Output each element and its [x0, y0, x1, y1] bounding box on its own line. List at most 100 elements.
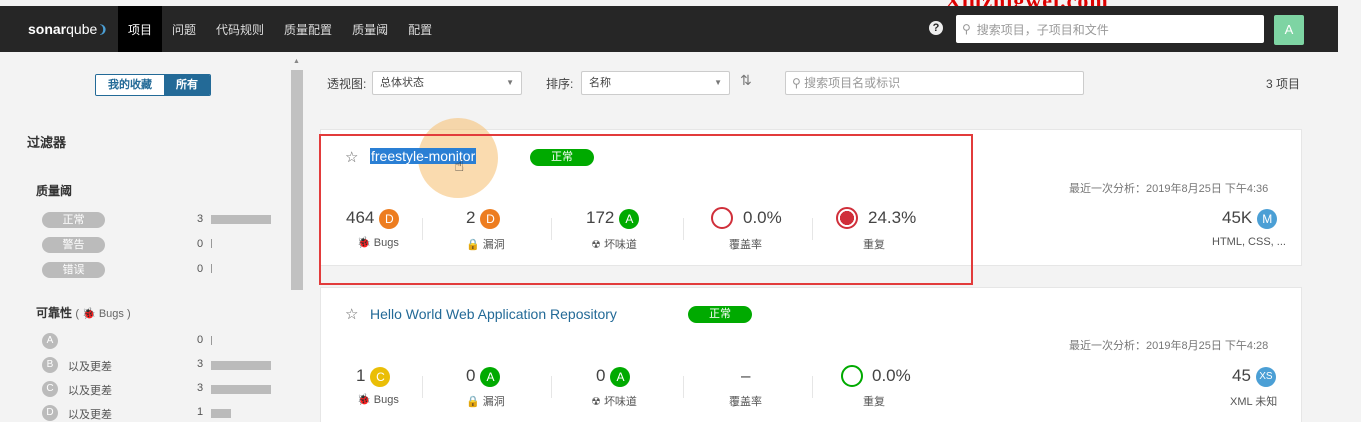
sort-direction-icon[interactable]: ⇅ — [740, 72, 752, 89]
bugs-label-text: Bugs — [373, 394, 399, 406]
smells-label: ☢ 坏味道 — [591, 393, 637, 409]
divider — [551, 376, 552, 398]
divider — [683, 376, 684, 398]
duplication-ring-icon — [841, 365, 863, 387]
divider — [812, 376, 813, 398]
rating-d-count: 1 — [197, 406, 204, 418]
chevron-down-icon: ▼ — [506, 78, 514, 87]
duplication-label: 重复 — [863, 396, 885, 408]
project-count: 3 项目 — [1266, 77, 1301, 91]
size-metric[interactable]: 45K M — [1222, 208, 1278, 229]
vulns-label: 🔒 漏洞 — [466, 393, 505, 409]
sonarqube-logo[interactable]: sonar qube ❩ — [28, 21, 118, 37]
radiation-icon: ☢ — [591, 396, 601, 408]
duplication-value[interactable]: 0.0% — [872, 366, 911, 386]
vulns-metric[interactable]: 0A — [466, 366, 501, 387]
qg-filter-error[interactable]: 错误 — [42, 262, 105, 278]
vulns-rating: A — [480, 366, 501, 387]
search-icon: ⚲ — [962, 22, 971, 36]
sort-select[interactable]: 名称 ▼ — [581, 71, 730, 95]
sidebar-scrollbar-thumb[interactable] — [291, 70, 303, 290]
qg-filter-warn[interactable]: 警告 — [42, 237, 105, 253]
lock-icon: 🔒 — [466, 396, 480, 408]
scroll-up-icon[interactable]: ▲ — [293, 58, 300, 65]
user-avatar[interactable]: A — [1274, 15, 1304, 45]
rating-d-label: 以及更差 — [68, 409, 112, 421]
perspective-label: 透视图: — [327, 77, 367, 91]
project-search-input[interactable]: ⚲ 搜索项目名或标识 — [785, 71, 1084, 95]
last-analysis-date: 最近一次分析：2019年8月25日 下午4:28 — [1069, 340, 1269, 352]
global-search-placeholder: 搜索项目，子项目和文件 — [976, 22, 1109, 37]
divider — [422, 376, 423, 398]
smells-value: 0 — [596, 366, 606, 385]
rating-c-filter[interactable]: C — [42, 381, 58, 397]
perspective-select[interactable]: 总体状态 ▼ — [372, 71, 522, 95]
rating-c-label: 以及更差 — [68, 385, 112, 397]
coverage-value[interactable]: – — [741, 366, 750, 386]
search-icon: ⚲ — [792, 76, 801, 90]
bug-icon: 🐞 — [357, 394, 371, 406]
nav-item-projects[interactable]: 项目 — [118, 6, 163, 52]
languages-label: XML 未知 — [1230, 396, 1278, 408]
vulns-value: 0 — [466, 366, 476, 385]
reliability-subtitle: ( 🐞 Bugs ) — [75, 308, 131, 320]
smells-label-text: 坏味道 — [603, 396, 637, 408]
toggle-all[interactable]: 所有 — [164, 75, 210, 95]
nav-item-issues[interactable]: 问题 — [162, 6, 206, 52]
rating-c-count: 3 — [197, 382, 204, 394]
size-rating: M — [1257, 208, 1278, 229]
perspective-value: 总体状态 — [380, 77, 424, 89]
nav-item-administration[interactable]: 配置 — [398, 6, 442, 52]
qg-bar-error — [211, 264, 212, 273]
logo-text-main: sonar — [28, 21, 67, 37]
quality-gate-status-badge: 正常 — [688, 306, 752, 323]
reliability-title-text: 可靠性 — [36, 306, 73, 320]
project-name-link[interactable]: Hello World Web Application Repository — [370, 306, 617, 322]
size-metric[interactable]: 45 XS — [1232, 366, 1276, 387]
help-icon[interactable]: ? — [929, 21, 943, 35]
rating-d-bar — [211, 409, 231, 418]
rating-a-count: 0 — [197, 334, 204, 346]
toggle-favorites[interactable]: 我的收藏 — [96, 75, 164, 95]
highlight-annotation-box — [319, 134, 973, 285]
sort-value: 名称 — [589, 77, 611, 89]
qg-bar-warn — [211, 239, 212, 248]
rating-b-filter[interactable]: B — [42, 357, 58, 373]
rating-b-bar — [211, 361, 271, 370]
project-search-placeholder: 搜索项目名或标识 — [804, 76, 901, 90]
top-navbar: sonar qube ❩ 项目 问题 代码规则 质量配置 质量阈 配置 ? ⚲ 搜索… — [0, 6, 1338, 52]
qg-filter-passed[interactable]: 正常 — [42, 212, 105, 228]
qg-count-error: 0 — [197, 263, 204, 275]
rating-b-count: 3 — [197, 358, 204, 370]
qg-bar-passed — [211, 215, 271, 224]
rating-a-bar — [211, 336, 212, 345]
bugs-label: 🐞 Bugs — [357, 393, 399, 406]
nav-item-quality-gates[interactable]: 质量阈 — [342, 6, 398, 52]
size-value: 45K — [1222, 208, 1253, 227]
star-icon[interactable]: ☆ — [345, 305, 358, 323]
filters-sidebar: 我的收藏 所有 过滤器 质量阈 正常 3 警告 0 错误 0 可靠性 ( 🐞 B… — [0, 52, 290, 422]
global-search-input[interactable]: ⚲ 搜索项目，子项目和文件 — [956, 15, 1264, 43]
smells-rating: A — [610, 366, 631, 387]
bugs-value: 1 — [356, 366, 366, 385]
favorites-toggle: 我的收藏 所有 — [95, 74, 211, 96]
logo-waves-icon: ❩ — [98, 23, 108, 36]
rating-a-filter[interactable]: A — [42, 333, 58, 349]
rating-d-filter[interactable]: D — [42, 405, 58, 421]
qg-count-passed: 3 — [197, 213, 204, 225]
bugs-metric[interactable]: 1C — [356, 366, 391, 387]
nav-item-quality-profiles[interactable]: 质量配置 — [274, 6, 342, 52]
size-rating: XS — [1255, 366, 1276, 387]
vulns-label-text: 漏洞 — [482, 396, 505, 408]
quality-gate-facet-title: 质量阈 — [36, 184, 73, 198]
nav-item-rules[interactable]: 代码规则 — [206, 6, 274, 52]
chevron-down-icon: ▼ — [714, 78, 722, 87]
last-analysis-date: 最近一次分析：2019年8月25日 下午4:36 — [1069, 183, 1269, 195]
rating-b-label: 以及更差 — [68, 361, 112, 373]
coverage-label: 覆盖率 — [729, 396, 762, 408]
qg-count-warn: 0 — [197, 238, 204, 250]
filters-title: 过滤器 — [27, 135, 67, 150]
smells-metric[interactable]: 0A — [596, 366, 631, 387]
rating-c-bar — [211, 385, 271, 394]
bugs-rating: C — [370, 366, 391, 387]
